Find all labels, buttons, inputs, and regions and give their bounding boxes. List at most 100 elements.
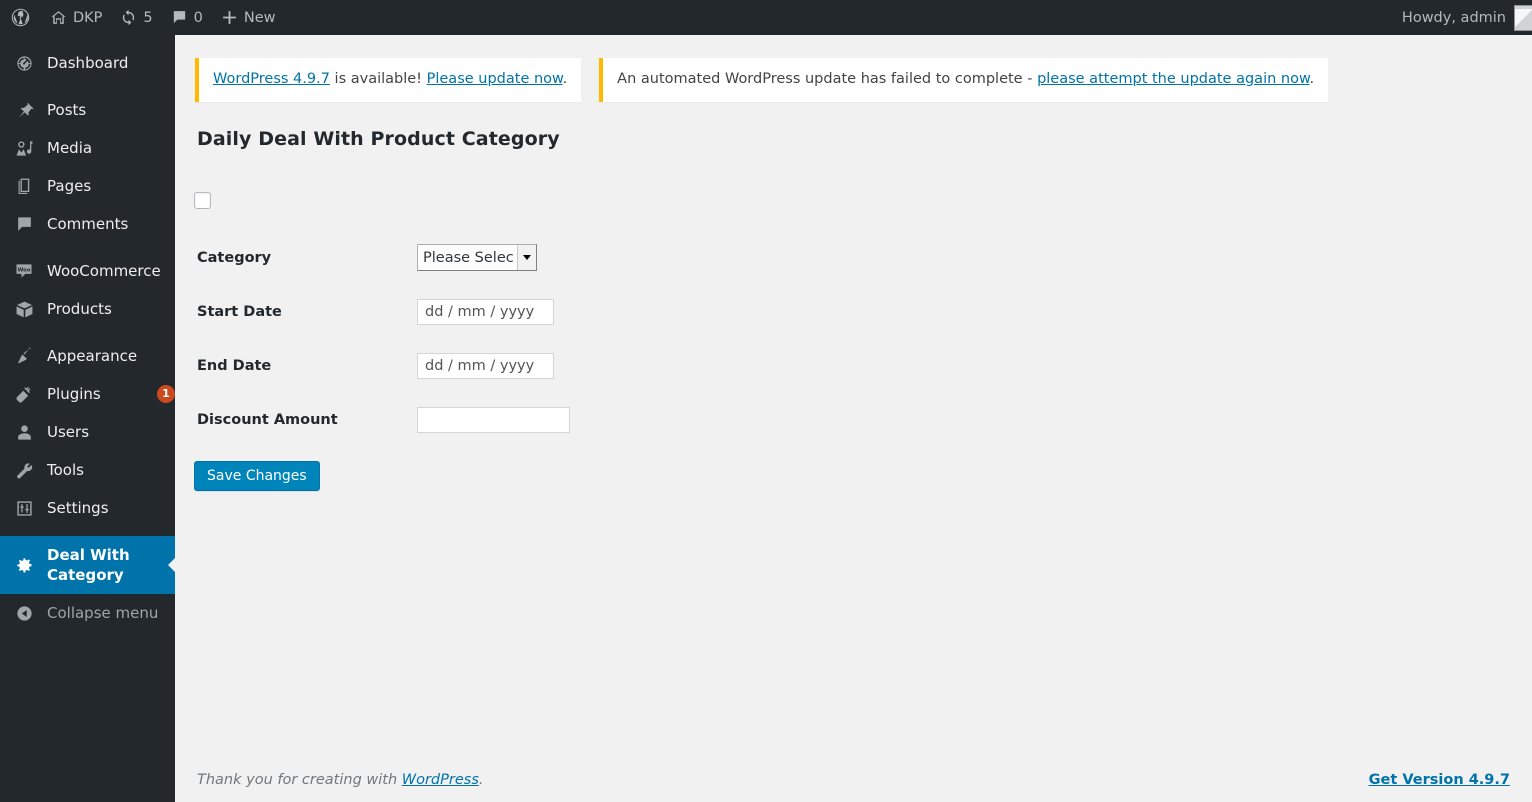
deal-settings-form: Category Please Select Start Date dd / m… [175, 231, 580, 447]
new-content-label: New [243, 9, 276, 26]
comments-count: 0 [193, 9, 203, 26]
pin-icon [10, 101, 38, 120]
notice-update-available: WordPress 4.9.7 is available! Please upd… [195, 58, 582, 102]
get-version-link[interactable]: Get Version 4.9.7 [1369, 772, 1510, 788]
notice-update-middle-text: is available! [329, 71, 427, 87]
sidebar-item-woocommerce[interactable]: Woo WooCommerce [0, 252, 175, 290]
wordpress-version-link[interactable]: WordPress 4.9.7 [213, 71, 330, 87]
comments-button[interactable]: 0 [162, 0, 212, 35]
footer-thanks-prefix: Thank you for creating with [197, 772, 402, 788]
discount-amount-field-cell [417, 393, 580, 447]
sidebar-item-label: Settings [47, 499, 109, 517]
notices-container: WordPress 4.9.7 is available! Please upd… [175, 35, 1532, 102]
home-icon [50, 9, 67, 26]
sidebar-item-comments[interactable]: Comments [0, 205, 175, 243]
sidebar-item-appearance[interactable]: Appearance [0, 337, 175, 375]
page-title: Daily Deal With Product Category [197, 127, 560, 150]
end-date-field-cell [417, 339, 580, 393]
category-select[interactable]: Please Select [417, 244, 537, 272]
start-date-field-cell [417, 285, 580, 339]
save-changes-button[interactable]: Save Changes [194, 460, 320, 491]
wrench-icon [10, 461, 38, 480]
sidebar-item-posts[interactable]: Posts [0, 91, 175, 129]
admin-bar: DKP 5 0 New Howdy, admin [0, 0, 1532, 35]
menu-spacer-1 [0, 82, 175, 91]
products-box-icon [10, 300, 38, 319]
category-select-wrapper: Please Select [417, 244, 537, 272]
updates-icon [120, 9, 137, 26]
comment-bubble-icon [171, 9, 188, 26]
sidebar-item-label: Appearance [47, 347, 138, 365]
notice-update-failed: An automated WordPress update has failed… [599, 58, 1329, 102]
dashboard-icon [10, 54, 38, 73]
sidebar-item-label: Dashboard [47, 54, 129, 72]
enable-deal-row [175, 150, 1532, 209]
admin-bar-right: Howdy, admin [1402, 0, 1532, 35]
sidebar-item-label: WooCommerce [47, 262, 161, 280]
menu-spacer-2 [0, 243, 175, 252]
pages-icon [10, 177, 38, 196]
sidebar-item-label: Plugins [47, 385, 101, 403]
sidebar-item-deal-with-category[interactable]: Deal With Category [0, 536, 176, 594]
new-content-button[interactable]: New [212, 0, 285, 35]
please-update-now-link[interactable]: Please update now [427, 71, 563, 87]
category-label: Category [197, 249, 272, 266]
sidebar-item-label: Comments [47, 215, 129, 233]
woocommerce-icon: Woo [10, 261, 38, 281]
site-name-button[interactable]: DKP [41, 0, 111, 35]
collapse-menu-button[interactable]: Collapse menu [0, 594, 175, 632]
end-date-input[interactable] [417, 352, 554, 379]
save-button-row: Save Changes [175, 447, 1532, 491]
form-row-start-date: Start Date [175, 285, 580, 339]
updates-button[interactable]: 5 [111, 0, 161, 35]
menu-spacer-top [0, 35, 175, 44]
notice-failed-end-text: . [1309, 71, 1315, 87]
media-icon [10, 139, 38, 158]
sidebar-item-pages[interactable]: Pages [0, 167, 175, 205]
end-date-label: End Date [197, 357, 272, 374]
collapse-arrow-icon [10, 604, 38, 623]
footer-thanks-suffix: . [478, 772, 484, 788]
discount-amount-label: Discount Amount [197, 411, 338, 428]
active-menu-arrow-icon [168, 557, 176, 573]
sidebar-item-users[interactable]: Users [0, 413, 175, 451]
sidebar-item-tools[interactable]: Tools [0, 451, 175, 489]
settings-sliders-icon [10, 499, 38, 518]
sidebar-item-label: Pages [47, 177, 92, 195]
form-row-category: Category Please Select [175, 231, 580, 285]
footer-version: Get Version 4.9.7 [1369, 772, 1510, 788]
sidebar-item-label: Deal With Category [47, 546, 130, 584]
plugins-update-badge: 1 [157, 385, 175, 403]
menu-spacer-3 [0, 328, 175, 337]
user-avatar[interactable] [1514, 4, 1532, 31]
start-date-input[interactable] [417, 298, 554, 325]
howdy-greeting[interactable]: Howdy, admin [1402, 10, 1514, 26]
plus-icon [221, 9, 238, 26]
comment-bubble-icon [10, 215, 38, 234]
svg-text:Woo: Woo [17, 267, 30, 273]
gear-icon [10, 555, 38, 575]
sidebar-item-media[interactable]: Media [0, 129, 175, 167]
menu-spacer-4 [0, 527, 175, 536]
form-row-end-date: End Date [175, 339, 580, 393]
footer-thanks: Thank you for creating with WordPress. [197, 772, 483, 788]
notice-update-end-text: . [562, 71, 568, 87]
sidebar-item-dashboard[interactable]: Dashboard [0, 44, 175, 82]
sidebar-item-label: Posts [47, 101, 87, 119]
plug-icon [10, 385, 38, 404]
sidebar-item-plugins[interactable]: Plugins 1 [0, 375, 175, 413]
wordpress-logo-button[interactable] [0, 0, 41, 35]
enable-deal-checkbox[interactable] [194, 191, 211, 209]
sidebar-item-label: Products [47, 300, 112, 318]
sidebar-item-products[interactable]: Products [0, 290, 175, 328]
notice-failed-text: An automated WordPress update has failed… [617, 71, 1038, 87]
discount-amount-input[interactable] [417, 406, 570, 433]
start-date-label: Start Date [197, 303, 282, 320]
wordpress-org-link[interactable]: WordPress [402, 772, 479, 788]
sidebar-item-settings[interactable]: Settings [0, 489, 175, 527]
sidebar-item-label: Users [47, 423, 90, 441]
admin-footer: Thank you for creating with WordPress. G… [175, 762, 1532, 802]
paintbrush-icon [10, 346, 38, 366]
form-row-discount-amount: Discount Amount [175, 393, 580, 447]
attempt-update-again-link[interactable]: please attempt the update again now [1037, 71, 1309, 87]
